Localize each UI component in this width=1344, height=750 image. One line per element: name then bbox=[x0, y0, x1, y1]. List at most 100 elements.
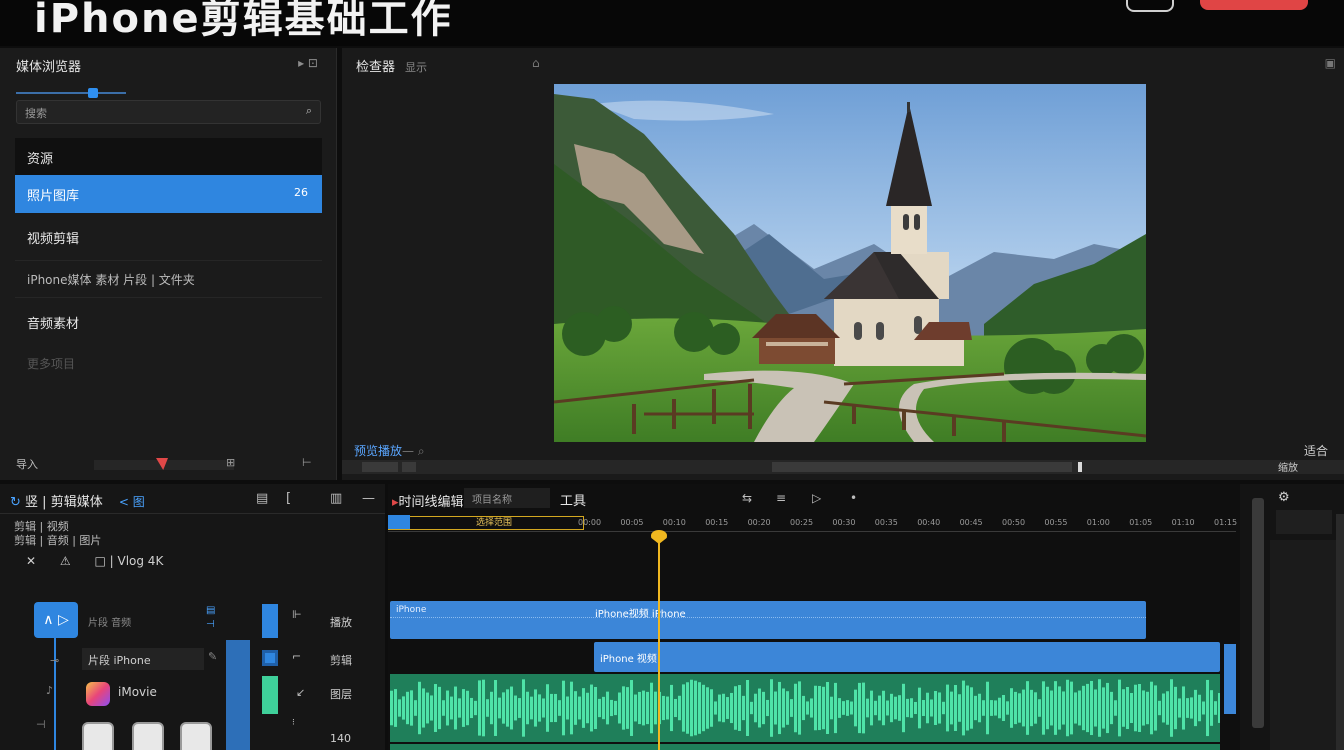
list-tool-icon[interactable]: ≡ bbox=[776, 491, 786, 505]
track-color-swatch[interactable] bbox=[262, 604, 278, 638]
phone-thumbnail[interactable] bbox=[82, 722, 114, 750]
video-clip[interactable]: iPhone 视频 bbox=[594, 642, 1220, 672]
timeline-ruler[interactable]: 选择范围 00:00 00:05 00:10 00:15 00:20 00:25 00:30… bbox=[388, 514, 1237, 532]
sidebar-item-audio[interactable]: 音频素材 bbox=[15, 303, 322, 341]
tab-project[interactable]: < 图 bbox=[119, 495, 145, 509]
timeline-scrollbar[interactable] bbox=[1252, 498, 1264, 728]
viewer-scrubber[interactable] bbox=[342, 460, 1344, 474]
waveform-bar bbox=[466, 690, 469, 726]
sidebar-item-video[interactable]: 视频剪辑 bbox=[15, 218, 322, 256]
waveform-bar bbox=[650, 682, 653, 734]
sidebar-item-photo-library[interactable]: 照片图库 26 bbox=[15, 175, 322, 213]
waveform-bar bbox=[482, 679, 485, 737]
track-color-swatch[interactable] bbox=[262, 676, 278, 714]
ruler-tick-label: 00:30 bbox=[832, 518, 856, 527]
waveform-bar bbox=[954, 685, 957, 731]
clip-icon[interactable]: ▥ bbox=[330, 491, 342, 506]
app-icon[interactable] bbox=[86, 682, 110, 706]
ruler-tick-label: 01:10 bbox=[1171, 518, 1195, 527]
link-icon[interactable]: ⊸ bbox=[50, 654, 59, 667]
dot-tool-icon[interactable]: • bbox=[850, 491, 857, 505]
project-row-media[interactable]: 剪辑 | 音频 | 图片 bbox=[14, 532, 101, 548]
search-input[interactable]: 搜索 ⌕ bbox=[16, 100, 321, 124]
waveform-bar bbox=[398, 699, 401, 717]
panel-options-icon[interactable]: ▸ ⊡ bbox=[298, 56, 318, 70]
waveform-bar bbox=[822, 686, 825, 730]
viewer-header: 检查器 显示 bbox=[356, 56, 427, 75]
export-button[interactable] bbox=[1200, 0, 1308, 10]
audio-clip-tail[interactable] bbox=[390, 744, 1220, 750]
waveform-bar bbox=[414, 700, 417, 716]
split-icon[interactable]: ⊢ bbox=[302, 456, 312, 469]
waveform-bar bbox=[690, 679, 693, 737]
ruler-tick-label: 00:50 bbox=[1002, 518, 1026, 527]
playback-mode-button[interactable]: ∧ ▷ bbox=[34, 602, 78, 638]
inspector-edge-scrollbar[interactable] bbox=[1336, 514, 1344, 750]
inspector-field[interactable] bbox=[1276, 510, 1332, 534]
waveform-bar bbox=[1154, 685, 1157, 731]
playhead[interactable] bbox=[658, 532, 660, 750]
edit-icon[interactable]: ✎ bbox=[208, 650, 217, 663]
info-icon[interactable]: ⌂ bbox=[532, 56, 540, 70]
waveform-bar bbox=[806, 701, 809, 715]
window-toggle-button[interactable] bbox=[1126, 0, 1174, 12]
refresh-icon[interactable]: ↻ bbox=[10, 495, 21, 510]
waveform-bar bbox=[1006, 701, 1009, 715]
minus-icon[interactable]: — bbox=[362, 491, 375, 506]
clip-name-field[interactable]: 片段 iPhone bbox=[82, 648, 204, 670]
slider-knob[interactable] bbox=[88, 88, 98, 98]
close-icon[interactable]: ✕ bbox=[26, 554, 36, 568]
format-label[interactable]: □ | Vlog 4K bbox=[94, 554, 163, 568]
waveform-bar bbox=[670, 684, 673, 732]
viewer-subtitle[interactable]: 显示 bbox=[405, 61, 427, 74]
swap-tool-icon[interactable]: ⇆ bbox=[742, 491, 752, 505]
waveform-bar bbox=[1214, 701, 1217, 715]
phone-thumbnail[interactable] bbox=[132, 722, 164, 750]
import-label[interactable]: 导入 bbox=[16, 458, 38, 471]
video-preview[interactable] bbox=[554, 84, 1146, 442]
project-name-field[interactable]: 项目名称 bbox=[464, 488, 550, 508]
media-browser-panel: 媒体浏览器 ▸ ⊡ 搜索 ⌕ 资源 照片图库 26 视频剪辑 iPhone媒体 … bbox=[0, 48, 337, 480]
track-color-swatch[interactable] bbox=[262, 650, 278, 666]
waveform-bar bbox=[582, 688, 585, 728]
sidebar-item-more[interactable]: 更多项目 bbox=[15, 345, 322, 383]
video-clip[interactable]: iPhone iPhone视频 iPhone bbox=[390, 601, 1146, 639]
bracket-icon[interactable]: [ bbox=[286, 491, 291, 506]
range-start-handle[interactable] bbox=[388, 515, 410, 529]
trim-icon[interactable]: ⊣ bbox=[36, 718, 46, 731]
warning-icon[interactable]: ⚠ bbox=[60, 554, 71, 568]
waveform-bar bbox=[798, 681, 801, 735]
scrub-marker[interactable] bbox=[1078, 462, 1082, 472]
waveform-bar bbox=[1090, 680, 1093, 736]
waveform-bar bbox=[562, 680, 565, 736]
thumbnail-size-slider[interactable] bbox=[16, 92, 126, 94]
waveform-bar bbox=[446, 690, 449, 726]
waveform-bar bbox=[606, 691, 609, 725]
waveform-bar bbox=[1150, 681, 1153, 735]
waveform-bar bbox=[898, 695, 901, 721]
track-label: 剪辑 bbox=[330, 654, 352, 667]
mute-icon[interactable]: ⊩ bbox=[292, 608, 302, 621]
audio-icon[interactable]: ♪ bbox=[46, 684, 53, 697]
gear-icon[interactable]: ⚙ bbox=[1278, 490, 1290, 505]
audio-clip[interactable] bbox=[390, 674, 1220, 742]
bracket-icon[interactable]: ⌐ bbox=[292, 650, 301, 663]
waveform-bar bbox=[710, 689, 713, 727]
clip-trim-handle[interactable] bbox=[1224, 644, 1236, 714]
waveform-bar bbox=[766, 699, 769, 717]
waveform-bar bbox=[1078, 690, 1081, 726]
expand-icon[interactable]: ▣ bbox=[1325, 56, 1336, 70]
waveform-bar bbox=[1122, 689, 1125, 727]
waveform-bar bbox=[1038, 699, 1041, 717]
phone-thumbnail[interactable] bbox=[180, 722, 212, 750]
zoom-select[interactable]: 适合 bbox=[1304, 442, 1328, 459]
search-icon[interactable]: ⌕ bbox=[306, 104, 312, 118]
playhead-handle[interactable] bbox=[651, 530, 667, 544]
sort-icon[interactable]: ↙ bbox=[296, 686, 305, 699]
sidebar-item-iphone-media[interactable]: iPhone媒体 素材 片段 | 文件夹 bbox=[15, 260, 322, 298]
flag-tool-icon[interactable]: ▷ bbox=[812, 491, 821, 505]
grid-icon[interactable]: ⊞ bbox=[226, 456, 235, 469]
waveform-bar bbox=[642, 690, 645, 726]
waveform-bar bbox=[866, 698, 869, 718]
library-icon[interactable]: ▤ bbox=[256, 491, 268, 506]
